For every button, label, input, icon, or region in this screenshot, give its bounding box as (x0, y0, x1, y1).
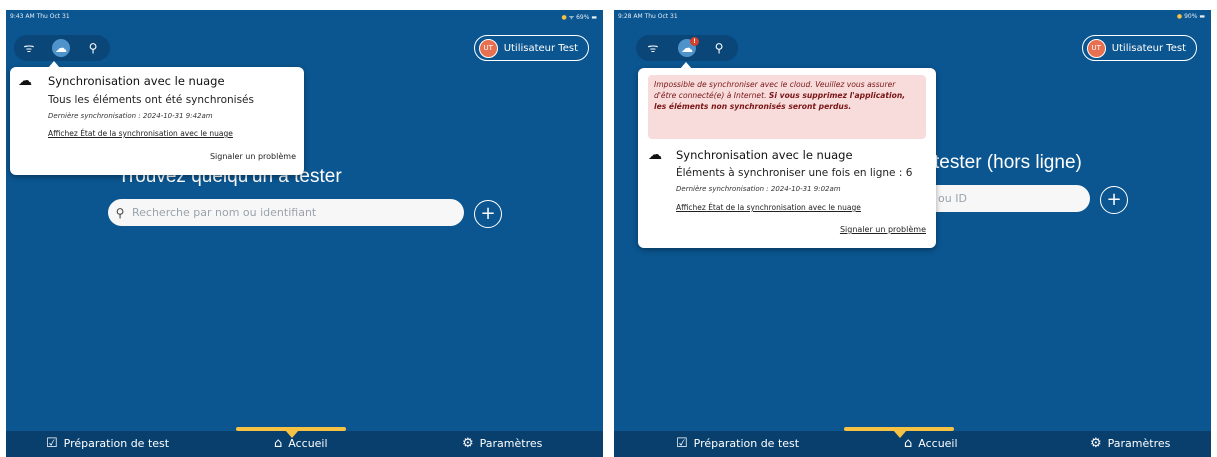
user-name: Utilisateur Test (1111, 42, 1186, 54)
search-input[interactable]: ou ID (914, 185, 1090, 212)
hierarchy-icon[interactable]: ⚲ (84, 39, 102, 57)
popup-status: Tous les éléments ont été synchronisés (48, 94, 254, 106)
nav-item-home[interactable]: ⌂ Accueil (274, 436, 328, 451)
report-problem-link[interactable]: Signaler un problème (210, 152, 296, 161)
popup-status: Éléments à synchroniser une fois en lign… (676, 167, 913, 179)
avatar: UT (1086, 38, 1106, 58)
avatar: UT (478, 38, 498, 58)
gear-icon: ⚙ (1090, 436, 1102, 451)
nav-item-preparation[interactable]: ☑ Préparation de test (676, 436, 799, 451)
nav-label-home: Accueil (288, 437, 328, 450)
home-icon: ⌂ (274, 436, 283, 451)
connection-icon-bar: ᯤ ☁! ⚲ (636, 35, 738, 61)
clipboard-icon: ☑ (676, 436, 688, 451)
nav-item-preparation[interactable]: ☑ Préparation de test (46, 436, 169, 451)
nav-item-settings[interactable]: ⚙ Paramètres (1090, 436, 1170, 451)
nav-label-home: Accueil (918, 437, 958, 450)
sync-popup: Impossible de synchroniser avec le cloud… (638, 62, 936, 248)
screen-synced: 9:43 AM Thu Oct 31 ● ᯤ 69% ▬ ᯤ ☁ ⚲ UT Ut… (6, 10, 603, 457)
hierarchy-icon[interactable]: ⚲ (710, 39, 728, 57)
status-bar: 9:43 AM Thu Oct 31 ● ᯤ 69% ▬ (6, 10, 603, 24)
popup-last-sync: Dernière synchronisation : 2024-10-31 9:… (676, 185, 841, 193)
search-icon: ⚲ (115, 205, 125, 220)
cloud-upload-icon: ☁ (18, 73, 32, 89)
popup-caret (680, 62, 692, 69)
cloud-sync-icon[interactable]: ☁ (52, 39, 70, 57)
report-problem-link[interactable]: Signaler un problème (840, 225, 926, 234)
search-input[interactable]: ⚲ Recherche par nom ou identifiant (108, 199, 464, 226)
popup-title: Synchronisation avec le nuage (676, 148, 853, 162)
nav-item-settings[interactable]: ⚙ Paramètres (462, 436, 542, 451)
gear-icon: ⚙ (462, 436, 474, 451)
bottom-nav: ☑ Préparation de test ⌂ Accueil ⚙ Paramè… (6, 427, 603, 457)
nav-item-home[interactable]: ⌂ Accueil (904, 436, 958, 451)
sync-popup: ☁ Synchronisation avec le nuage Tous les… (10, 61, 304, 175)
add-person-button[interactable]: + (474, 200, 502, 228)
connection-icon-bar: ᯤ ☁ ⚲ (14, 35, 110, 61)
status-time: 9:28 AM Thu Oct 31 (618, 13, 678, 20)
bottom-nav: ☑ Préparation de test ⌂ Accueil ⚙ Paramè… (614, 427, 1211, 457)
add-person-button[interactable]: + (1100, 186, 1128, 214)
screen-sync-error: 9:28 AM Thu Oct 31 ● 90% ▬ ᯤ ☁! ⚲ UT Uti… (614, 10, 1211, 457)
home-icon: ⌂ (904, 436, 913, 451)
page-title: tester (hors ligne) (934, 152, 1082, 173)
status-time: 9:43 AM Thu Oct 31 (10, 13, 70, 20)
sync-status-link[interactable]: Affichez État de la synchronisation avec… (48, 129, 233, 138)
cloud-upload-icon: ☁ (648, 147, 662, 163)
wifi-icon[interactable]: ᯤ (20, 39, 38, 57)
clipboard-icon: ☑ (46, 436, 58, 451)
popup-title: Synchronisation avec le nuage (48, 74, 225, 88)
nav-label-preparation: Préparation de test (693, 437, 800, 450)
wifi-off-icon[interactable]: ᯤ (644, 39, 662, 57)
sync-status-link[interactable]: Affichez État de la synchronisation avec… (676, 203, 861, 212)
popup-caret (48, 61, 60, 68)
cloud-sync-error-icon[interactable]: ☁! (678, 37, 699, 57)
sync-error-message: Impossible de synchroniser avec le cloud… (648, 75, 926, 139)
error-badge-icon: ! (690, 37, 699, 46)
nav-label-settings: Paramètres (479, 437, 543, 450)
status-battery: ● ᯤ 69% ▬ (561, 14, 597, 21)
status-battery: ● 90% ▬ (1176, 13, 1205, 20)
user-name: Utilisateur Test (503, 42, 578, 54)
user-menu-button[interactable]: UT Utilisateur Test (473, 35, 589, 61)
nav-label-settings: Paramètres (1107, 437, 1171, 450)
user-menu-button[interactable]: UT Utilisateur Test (1081, 35, 1197, 61)
nav-label-preparation: Préparation de test (63, 437, 170, 450)
search-placeholder: Recherche par nom ou identifiant (132, 206, 317, 219)
popup-last-sync: Dernière synchronisation : 2024-10-31 9:… (48, 112, 213, 120)
status-bar: 9:28 AM Thu Oct 31 ● 90% ▬ (614, 10, 1211, 24)
